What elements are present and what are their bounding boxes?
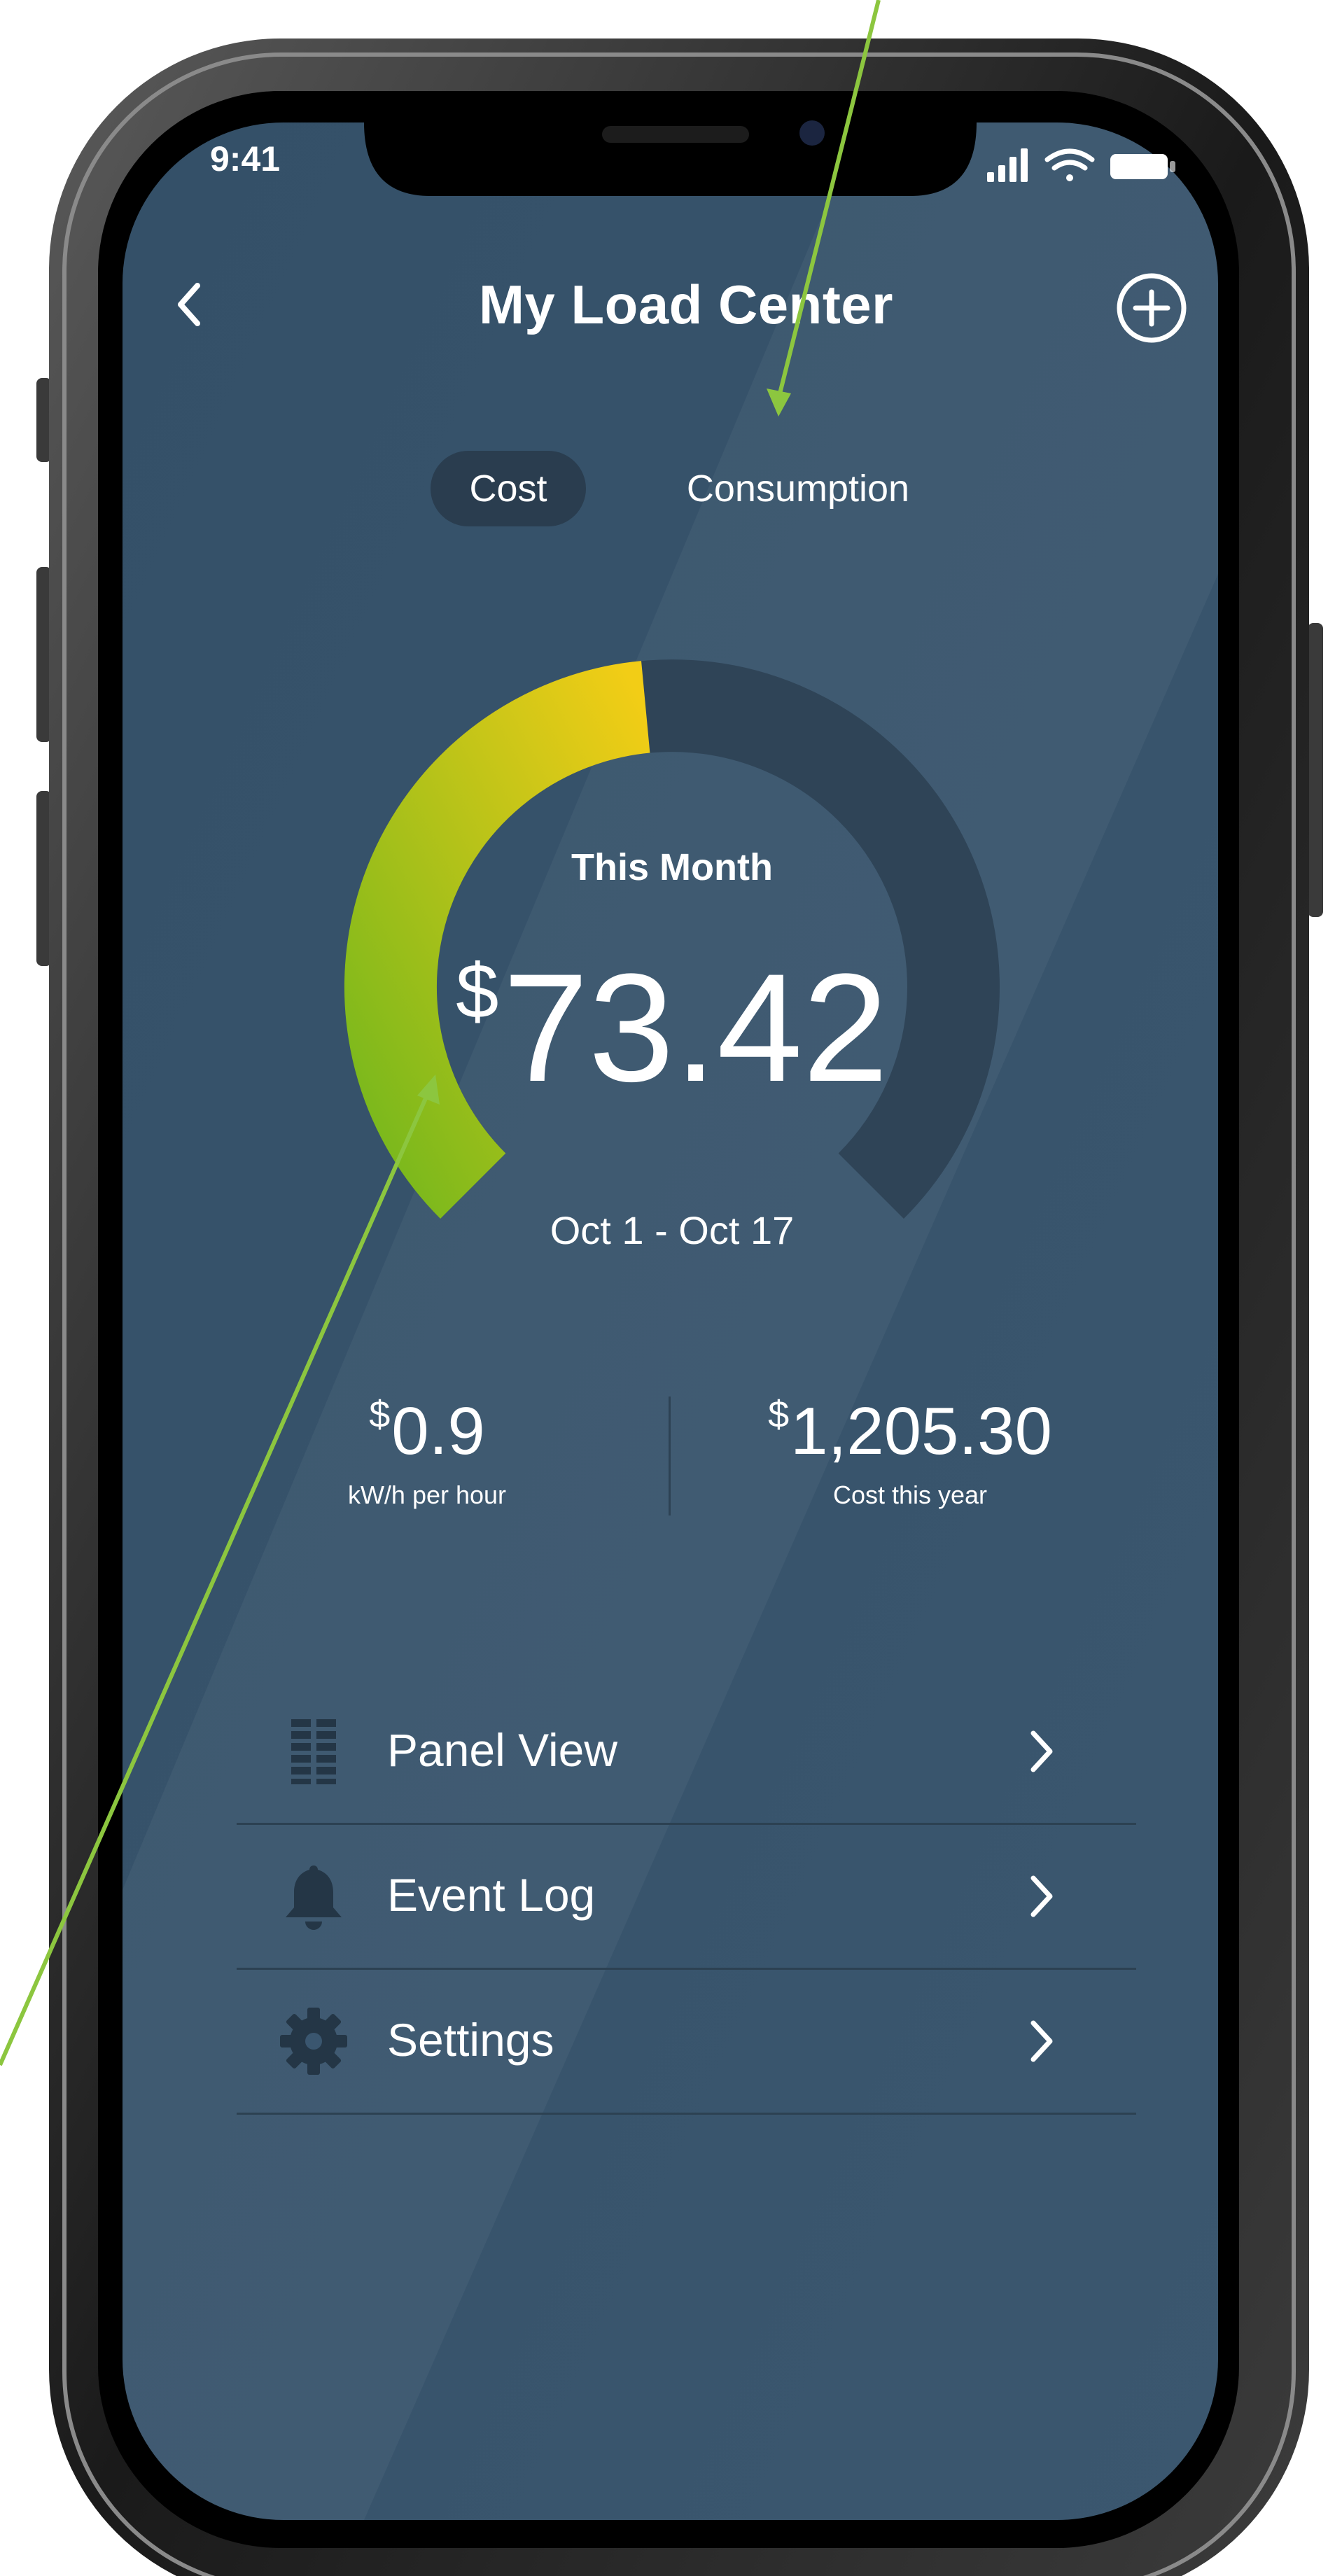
month-cost-value: 73.42 bbox=[503, 941, 888, 1114]
side-button bbox=[1308, 623, 1323, 917]
currency-symbol: $ bbox=[369, 1394, 391, 1436]
menu-item-event-log[interactable]: Event Log bbox=[237, 1825, 1136, 1970]
page-title: My Load Center bbox=[478, 274, 894, 335]
menu-item-label: Event Log bbox=[387, 1869, 596, 1921]
tab-cost[interactable]: Cost bbox=[431, 451, 586, 526]
speaker-grille bbox=[602, 126, 749, 143]
panel-grid-icon bbox=[291, 1719, 336, 1784]
phone-mockup bbox=[36, 38, 1323, 2576]
rate-value-text: 0.9 bbox=[391, 1394, 485, 1469]
wifi-icon bbox=[1044, 148, 1095, 181]
back-button[interactable] bbox=[161, 273, 217, 336]
gear-icon bbox=[280, 2008, 347, 2075]
year-cost-label: Cost this year bbox=[832, 1480, 988, 1509]
front-camera bbox=[799, 120, 825, 146]
rate-value: $0.9 bbox=[294, 1393, 560, 1470]
menu-item-panel-view[interactable]: Panel View bbox=[237, 1680, 1136, 1825]
chevron-right-icon bbox=[1030, 1730, 1053, 1772]
menu-item-settings[interactable]: Settings bbox=[237, 1970, 1136, 2115]
year-cost-value-text: 1,205.30 bbox=[790, 1394, 1052, 1469]
chevron-right-icon bbox=[1030, 1875, 1053, 1917]
currency-symbol: $ bbox=[768, 1394, 790, 1436]
stage: 9:41 My Load Center Cost Consumption Thi… bbox=[0, 0, 1335, 2576]
year-cost-value: $1,205.30 bbox=[721, 1393, 1099, 1470]
tab-consumption[interactable]: Consumption bbox=[651, 451, 945, 526]
add-button[interactable] bbox=[1113, 270, 1190, 346]
currency-symbol: $ bbox=[456, 948, 499, 1035]
rate-label: kW/h per hour bbox=[347, 1480, 507, 1509]
status-time: 9:41 bbox=[210, 139, 281, 178]
battery-icon bbox=[1110, 154, 1175, 179]
stats-divider bbox=[669, 1396, 671, 1516]
date-range: Oct 1 - Oct 17 bbox=[550, 1208, 795, 1252]
menu-item-label: Panel View bbox=[387, 1724, 618, 1776]
month-cost: $73.42 bbox=[392, 904, 952, 1115]
bell-icon bbox=[286, 1865, 342, 1930]
period-label: This Month bbox=[571, 846, 773, 888]
chevron-right-icon bbox=[1030, 2020, 1053, 2062]
menu-item-label: Settings bbox=[387, 2014, 554, 2066]
signal-icon bbox=[987, 148, 1028, 182]
chevron-left-icon bbox=[178, 283, 200, 326]
status-icons bbox=[987, 148, 1175, 182]
